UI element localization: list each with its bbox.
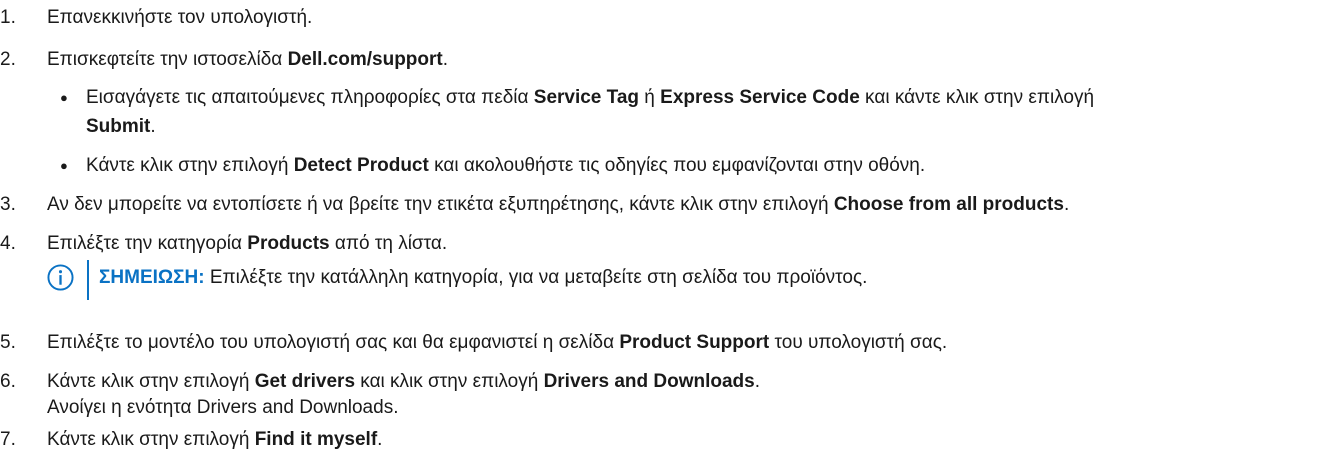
step-text: Κάντε κλικ στην επιλογή Get drivers και …	[47, 371, 761, 392]
step-number: 6.	[0, 371, 16, 392]
step-text: Κάντε κλικ στην επιλογή Find it myself.	[47, 429, 383, 450]
step-number: 3.	[0, 194, 16, 215]
info-icon	[47, 264, 74, 291]
bullet-icon: ●	[60, 158, 68, 173]
bullet-text: Εισαγάγετε τις απαιτούμενες πληροφορίες …	[86, 87, 1095, 108]
step-number: 2.	[0, 49, 16, 70]
step-number: 7.	[0, 429, 16, 450]
support-site-link-text: Dell.com/support	[287, 49, 443, 70]
step-number: 4.	[0, 233, 16, 254]
bullet-icon: ●	[60, 90, 68, 105]
bullet-text: Κάντε κλικ στην επιλογή Detect Product κ…	[86, 155, 926, 176]
note-divider	[87, 260, 89, 300]
step-text: Επιλέξτε το μοντέλο του υπολογιστή σας κ…	[47, 332, 948, 353]
note-text: ΣΗΜΕΙΩΣΗ: Επιλέξτε την κατάλληλη κατηγορ…	[99, 267, 868, 288]
step-text: Επισκεφτείτε την ιστοσελίδα Dell.com/sup…	[47, 49, 449, 70]
step-number: 5.	[0, 332, 16, 353]
step-number: 1.	[0, 7, 16, 28]
note-label: ΣΗΜΕΙΩΣΗ:	[99, 267, 205, 288]
step-text: Επιλέξτε την κατηγορία Products από τη λ…	[47, 233, 448, 254]
step-text: Αν δεν μπορείτε να εντοπίσετε ή να βρείτ…	[47, 194, 1070, 215]
step-text: Επανεκκινήστε τον υπολογιστή.	[47, 7, 313, 28]
